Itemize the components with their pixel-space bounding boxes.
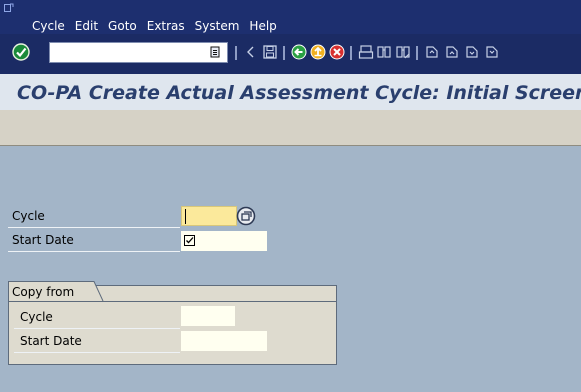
command-field-dropdown-icon[interactable]: [210, 46, 220, 58]
copy-cycle-label: Cycle: [20, 310, 53, 324]
menu-edit[interactable]: Edit: [75, 18, 98, 34]
cycle-input[interactable]: [181, 206, 237, 226]
copy-start-date-input[interactable]: [181, 331, 267, 351]
page-title: CO-PA Create Actual Assessment Cycle: In…: [17, 82, 581, 104]
menu-extras[interactable]: Extras: [147, 18, 185, 34]
copy-start-date-label: Start Date: [20, 334, 82, 348]
command-field[interactable]: [49, 42, 228, 63]
exit-icon[interactable]: [310, 44, 326, 60]
copy-from-title: Copy from: [12, 285, 75, 299]
print-icon[interactable]: [358, 44, 374, 60]
next-page-icon[interactable]: [464, 44, 480, 60]
previous-page-icon[interactable]: [444, 44, 460, 60]
toolbar-separator: [283, 46, 285, 60]
find-next-icon[interactable]: [395, 44, 411, 60]
copy-start-date-row-underline: [14, 352, 180, 353]
toolbar-separator: [350, 46, 352, 60]
cycle-label: Cycle: [12, 209, 45, 223]
first-page-icon[interactable]: [424, 44, 440, 60]
cycle-row-underline: [8, 227, 180, 228]
standard-toolbar: [0, 34, 581, 74]
menu-system[interactable]: System: [195, 18, 240, 34]
menu-help[interactable]: Help: [249, 18, 276, 34]
back-nav-icon[interactable]: [243, 44, 259, 60]
title-bar: CO-PA Create Actual Assessment Cycle: In…: [0, 74, 581, 110]
menu-goto[interactable]: Goto: [108, 18, 137, 34]
find-icon[interactable]: [376, 44, 392, 60]
system-menu-icon[interactable]: [4, 3, 14, 13]
save-icon[interactable]: [262, 44, 278, 60]
start-date-row-underline: [8, 251, 180, 252]
possible-entries-icon[interactable]: [236, 206, 256, 226]
start-date-label: Start Date: [12, 233, 74, 247]
enter-icon[interactable]: [12, 43, 30, 61]
start-date-input[interactable]: [181, 231, 267, 251]
last-page-icon[interactable]: [484, 44, 500, 60]
text-cursor: [185, 209, 186, 224]
checkbox-checked-icon: [184, 235, 195, 246]
menu-cycle[interactable]: Cycle: [32, 18, 65, 34]
toolbar-separator: [235, 46, 237, 60]
copy-from-divider: [9, 301, 336, 302]
copy-cycle-row-underline: [14, 328, 180, 329]
cancel-icon[interactable]: [329, 44, 345, 60]
back-icon[interactable]: [291, 44, 307, 60]
copy-cycle-input[interactable]: [181, 306, 235, 326]
toolbar-separator: [416, 46, 418, 60]
menu-bar: Cycle Edit Goto Extras System Help: [0, 0, 581, 34]
application-toolbar: [0, 110, 581, 146]
